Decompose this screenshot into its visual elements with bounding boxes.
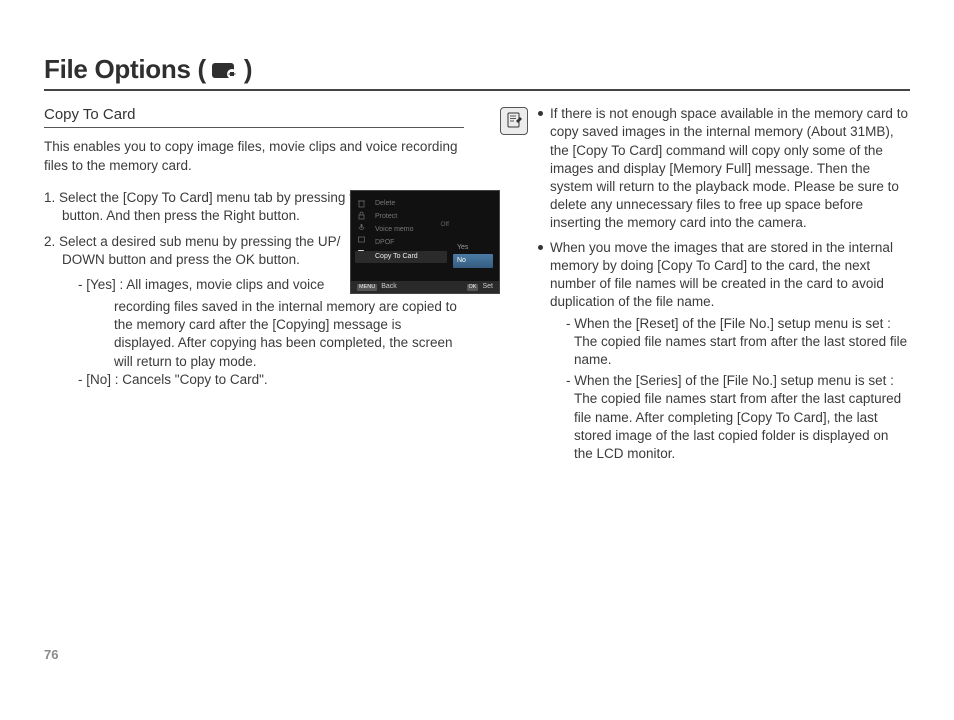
- note-text: If there is not enough space available i…: [550, 106, 908, 230]
- note-item: If there is not enough space available i…: [538, 105, 910, 233]
- mic-icon: [357, 223, 366, 232]
- step-num: 2.: [44, 234, 55, 249]
- title-prefix: File Options (: [44, 52, 206, 87]
- lcd-set-label: Set: [482, 282, 493, 291]
- option-no: - [No] : Cancels "Copy to Card".: [78, 371, 464, 389]
- title-suffix: ): [244, 52, 252, 87]
- section-intro: This enables you to copy image files, mo…: [44, 138, 464, 174]
- lcd-menu-item: DPOF: [375, 238, 447, 248]
- note-box: If there is not enough space available i…: [500, 105, 910, 469]
- section-heading: Copy To Card: [44, 105, 464, 128]
- lcd-submenu-yes: Yes: [453, 241, 493, 254]
- note-sub-item: - When the [Series] of the [File No.] se…: [562, 372, 910, 463]
- note-item: When you move the images that are stored…: [538, 239, 910, 464]
- option-no-text: Cancels "Copy to Card".: [122, 372, 267, 387]
- option-yes-intro: All images, movie clips and voice: [126, 277, 324, 292]
- lcd-menu-item: Voice memo: [375, 225, 447, 235]
- note-text: When you move the images that are stored…: [550, 240, 893, 310]
- camera-lcd-screenshot: Delete Protect Voice memo DPOF Copy To C…: [350, 190, 500, 294]
- option-yes-label: - [Yes] :: [78, 277, 123, 292]
- lcd-submenu: Yes No: [453, 241, 493, 268]
- page-number: 76: [44, 646, 58, 664]
- lcd-value-off: Off: [440, 221, 449, 230]
- step-num: 1.: [44, 190, 55, 205]
- lcd-back-label: Back: [381, 282, 397, 291]
- option-no-label: - [No] :: [78, 372, 119, 387]
- lcd-menu-item-active: Copy To Card: [355, 251, 447, 263]
- dpof-icon: [357, 235, 366, 244]
- trash-icon: [357, 199, 366, 208]
- lcd-back-key: MENU: [357, 284, 377, 291]
- lcd-set-key: OK: [467, 284, 479, 291]
- page-title: File Options ( ): [44, 52, 910, 87]
- lcd-submenu-no: No: [453, 254, 493, 267]
- note-sub-item: - When the [Reset] of the [File No.] set…: [562, 315, 910, 370]
- lock-icon: [357, 211, 366, 220]
- option-yes-cont: recording files saved in the internal me…: [44, 298, 464, 371]
- step-text: Select a desired sub menu by pressing th…: [59, 234, 340, 267]
- lcd-menu-item: Delete: [375, 199, 447, 209]
- file-options-icon: [212, 61, 238, 79]
- lcd-menu-item: Protect: [375, 212, 447, 222]
- note-icon: [500, 107, 528, 135]
